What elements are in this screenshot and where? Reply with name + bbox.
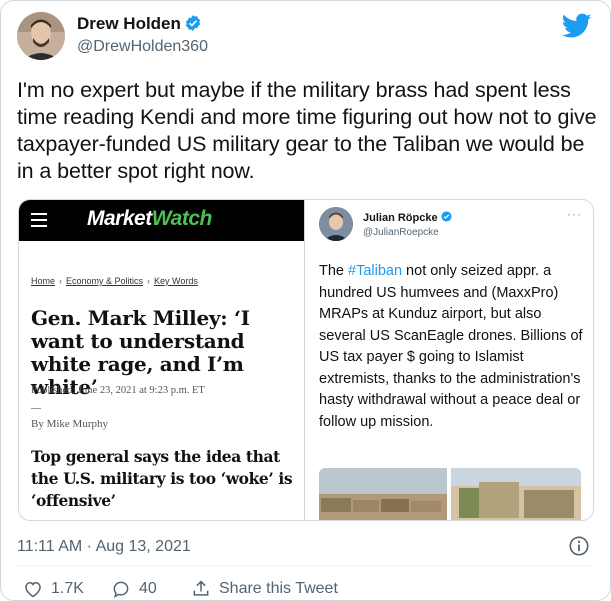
heart-icon — [25, 581, 41, 598]
article-byline: By Mike Murphy — [31, 418, 108, 430]
hamburger-menu-icon — [31, 213, 47, 227]
tweet-card: Drew Holden @DrewHolden360 I'm no expert… — [0, 0, 611, 601]
breadcrumb-home: Home — [31, 276, 56, 286]
reply-button[interactable]: 40 — [111, 579, 157, 599]
embedded-tweet-screenshot: Julian Röpcke @JulianRoepcke ··· The #Ta… — [305, 200, 593, 520]
author-name-text: Drew Holden — [77, 14, 181, 33]
reply-count: 40 — [139, 580, 157, 597]
like-count: 1.7K — [51, 580, 84, 597]
tweet-media-image[interactable]: MarketWatch Home › Economy & Politics › Key … — [18, 199, 594, 521]
article-published: Published: June 23, 2021 at 9:23 p.m. ET — [31, 385, 205, 396]
breadcrumb: Home › Economy & Politics › Key Words — [31, 276, 198, 286]
author-avatar[interactable] — [17, 12, 65, 60]
marketwatch-logo: MarketWatch — [87, 207, 212, 230]
embedded-name: Julian Röpcke — [363, 211, 452, 224]
tweet-timestamp[interactable]: 11:11 AM · Aug 13, 2021 — [17, 538, 191, 556]
embedded-text: The #Taliban not only seized appr. a hun… — [319, 263, 583, 430]
author-name[interactable]: Drew Holden — [77, 14, 202, 34]
embedded-verified-icon — [441, 211, 452, 222]
author-handle[interactable]: @DrewHolden360 — [77, 38, 208, 56]
embedded-handle: @JulianRoepcke — [363, 227, 439, 238]
tweet-text: I'm no expert but maybe if the military … — [17, 78, 597, 183]
action-divider — [17, 565, 594, 566]
breadcrumb-keywords: Key Words — [154, 276, 198, 286]
share-button[interactable]: Share this Tweet — [191, 579, 338, 599]
embedded-more-icon: ··· — [567, 207, 582, 221]
article-subhead: Top general says the idea that the U.S. … — [31, 447, 293, 510]
breadcrumb-economy: Economy & Politics — [66, 276, 144, 286]
twitter-bird-icon[interactable] — [562, 13, 592, 39]
verified-badge-icon — [185, 15, 201, 31]
article-rule — [31, 408, 41, 409]
reply-icon — [113, 581, 129, 599]
info-icon[interactable] — [568, 535, 590, 557]
embedded-avatar — [319, 207, 353, 241]
marketwatch-screenshot: MarketWatch Home › Economy & Politics › Key … — [19, 200, 304, 520]
like-button[interactable]: 1.7K — [23, 579, 84, 599]
embedded-photos — [319, 468, 581, 520]
marketwatch-header-bar: MarketWatch — [19, 200, 304, 241]
embedded-hashtag: #Taliban — [348, 263, 403, 279]
share-label: Share this Tweet — [219, 580, 338, 597]
share-icon — [193, 580, 209, 596]
